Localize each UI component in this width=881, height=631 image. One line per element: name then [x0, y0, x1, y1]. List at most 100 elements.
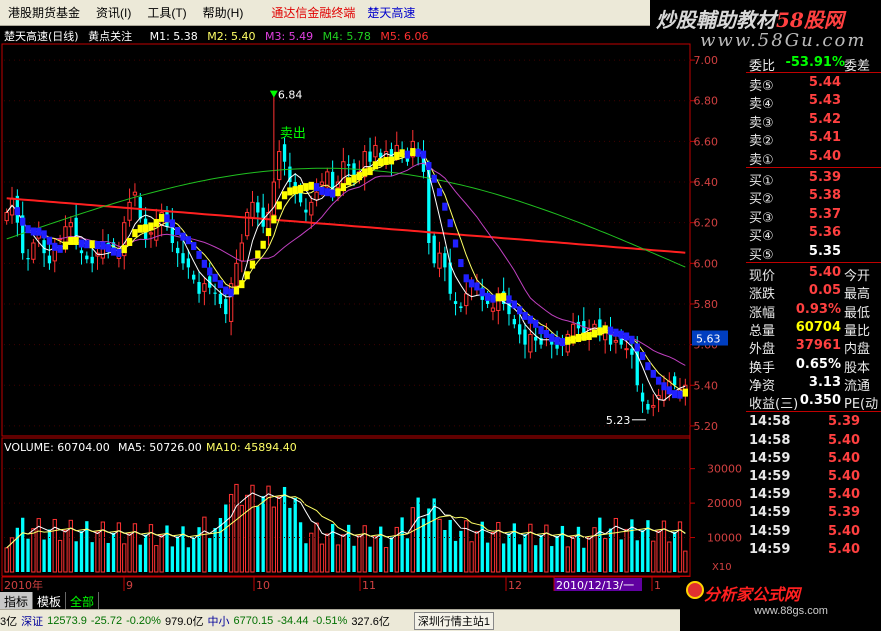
connection-status[interactable]: 深圳行情主站1 — [413, 611, 494, 630]
tick-row: 14:59 5.40 — [746, 541, 881, 559]
blue-dot-marker — [175, 227, 181, 236]
bid-price: 5.36 — [808, 225, 841, 241]
blue-dot-marker — [442, 202, 448, 211]
candle-body — [68, 222, 73, 228]
candle-body — [192, 274, 196, 280]
status-zx-pct: -0.51% — [312, 614, 348, 627]
volume-bar — [576, 526, 581, 572]
yellow-dot-marker — [602, 325, 608, 334]
candle-body — [239, 242, 244, 262]
volume-bar — [186, 547, 191, 572]
bottom-tabs: 指标 模板 全部 — [0, 592, 740, 609]
weibi-value: -53.91% — [785, 55, 845, 70]
volume-bar — [170, 546, 174, 572]
tab-indicator[interactable]: 指标 — [0, 592, 34, 609]
volume-bar — [368, 546, 372, 572]
candle-body — [4, 212, 9, 222]
stat-right-label: 今开 — [844, 269, 871, 284]
ma5-label: M5: 6.06 — [380, 30, 429, 43]
volume-bar — [293, 497, 297, 572]
volume-bar — [176, 536, 180, 572]
stat-row: 收益(三) 0.350 PE(动 — [746, 392, 881, 413]
footer-brand-url: www.88gs.com — [754, 605, 828, 617]
volume-bar — [560, 525, 565, 572]
yellow-dot-marker — [68, 236, 74, 245]
price-tick-label: 6.00 — [694, 257, 719, 270]
stat-value: 0.93% — [795, 301, 841, 317]
tick-price: 5.40 — [828, 450, 861, 466]
yellow-dot-marker — [121, 245, 127, 254]
blue-dot-marker — [420, 150, 427, 159]
candle-body — [528, 333, 533, 353]
panel-divider — [746, 411, 881, 413]
volume-bar — [400, 517, 404, 572]
candle-body — [459, 306, 463, 309]
volume-bar — [437, 518, 442, 573]
blue-dot-marker — [650, 369, 656, 378]
stat-label: 换手 — [749, 360, 776, 376]
ma2-label: M2: 5.40 — [207, 30, 256, 43]
candle-body — [85, 255, 89, 260]
yellow-dot-marker — [233, 286, 240, 295]
indicator-name: 黄点关注 — [88, 30, 133, 43]
stat-row: 换手 0.65% 股本 — [746, 356, 881, 376]
volume-bar — [63, 529, 68, 573]
volume-bar — [304, 543, 308, 572]
tick-row: 14:59 5.40 — [746, 486, 881, 504]
volume-bar — [651, 540, 656, 573]
stat-label: 涨幅 — [749, 305, 776, 321]
yellow-dot-marker — [586, 331, 592, 340]
price-tick-label: 5.80 — [694, 298, 719, 311]
price-tick-label: 6.40 — [694, 176, 719, 189]
tick-row: 14:59 5.40 — [746, 523, 881, 541]
volume-bar — [138, 544, 142, 572]
volume-bar — [432, 498, 436, 572]
volume-bar — [485, 542, 490, 572]
status-zx-name: 中小 — [207, 615, 230, 628]
volume-bar — [362, 525, 367, 573]
volume-bar — [181, 526, 185, 572]
tick-time: 14:59 — [749, 523, 791, 539]
volume-bar — [122, 543, 127, 573]
ask-label: 卖④ — [749, 97, 774, 113]
blue-dot-marker — [116, 248, 122, 257]
yellow-dot-marker — [148, 222, 154, 231]
volume-header-label: VOLUME: 60704.00 — [4, 441, 110, 454]
price-tick-label: 5.20 — [694, 420, 719, 433]
volume-bar — [405, 538, 410, 572]
candle-body — [523, 329, 527, 345]
blue-dot-marker — [527, 315, 534, 324]
volume-bar — [490, 532, 496, 573]
tab-all[interactable]: 全部 — [66, 592, 100, 609]
blue-dot-marker — [522, 311, 528, 320]
blue-dot-marker — [639, 352, 646, 361]
ask-price: 5.43 — [808, 93, 841, 109]
blue-dot-marker — [634, 343, 640, 352]
volume-bar — [271, 506, 277, 573]
bid-label: 买④ — [749, 229, 774, 245]
yellow-dot-marker — [410, 148, 416, 157]
stat-right-label: PE(动 — [844, 397, 879, 413]
volume-bar — [42, 539, 46, 572]
footer-brand-text: 分析家公式网 — [704, 587, 801, 604]
time-label: 9 — [126, 579, 133, 592]
bid-label: 买③ — [749, 210, 774, 226]
stat-label: 净资 — [749, 378, 776, 394]
blue-dot-marker — [655, 376, 662, 385]
yellow-dot-marker — [62, 241, 69, 250]
stat-right-label: 股本 — [844, 360, 871, 376]
yellow-dot-marker — [297, 184, 304, 193]
blue-dot-marker — [25, 225, 31, 234]
volume-bar — [389, 537, 394, 572]
volume-bar — [640, 530, 645, 572]
tab-template[interactable]: 模板 — [33, 592, 67, 609]
tick-price: 5.40 — [828, 523, 861, 539]
kline-chart[interactable]: 7.006.806.606.406.206.005.805.605.405.20… — [0, 0, 746, 592]
stat-row: 外盘 37961 内盘 — [746, 337, 881, 358]
yellow-dot-marker — [249, 260, 256, 269]
stat-label: 外盘 — [749, 342, 776, 358]
ask-label: 卖② — [749, 134, 774, 150]
volume-bar — [47, 529, 52, 572]
candle-body — [26, 258, 30, 260]
price-tick-label: 6.20 — [694, 217, 719, 230]
